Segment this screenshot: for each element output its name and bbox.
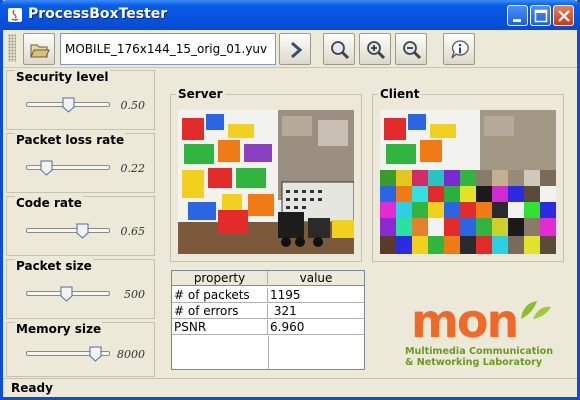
security-level-panel: Security level 0.50 bbox=[6, 70, 155, 130]
zoom-icon bbox=[331, 41, 350, 60]
code-rate-label: Code rate bbox=[15, 196, 83, 210]
status-bar: Ready bbox=[3, 378, 577, 397]
client-title: Client bbox=[378, 87, 422, 101]
table-row[interactable]: # of errors 321 bbox=[172, 304, 364, 319]
table-row[interactable]: PSNR 6.960 bbox=[172, 320, 364, 335]
arrow-right-icon bbox=[291, 41, 303, 59]
memory-size-panel: Memory size 8000 bbox=[6, 322, 155, 377]
maximize-button[interactable] bbox=[530, 5, 551, 26]
packet-loss-rate-panel: Packet loss rate 0.22 bbox=[6, 133, 155, 193]
folder-open-icon bbox=[30, 44, 50, 58]
zoom-in-icon bbox=[367, 41, 386, 60]
property-column-header[interactable]: property bbox=[172, 271, 268, 286]
property-cell: # of packets bbox=[172, 288, 268, 303]
server-title: Server bbox=[176, 87, 225, 101]
property-table: property value # of packets 1195 # of er… bbox=[171, 270, 365, 370]
minimize-icon bbox=[513, 19, 521, 22]
packet-size-panel: Packet size 500 bbox=[6, 259, 155, 319]
title-bar[interactable]: ProcessBoxTester bbox=[0, 0, 580, 30]
app-window: ProcessBoxTester MOBILE_176x144_15_orig_… bbox=[0, 0, 580, 400]
packet-size-value: 500 bbox=[124, 288, 145, 301]
memory-size-value: 8000 bbox=[117, 348, 145, 361]
value-cell: 1195 bbox=[270, 288, 301, 302]
property-cell: PSNR bbox=[172, 320, 268, 335]
toolbar-grip[interactable] bbox=[8, 34, 16, 62]
server-video-frame bbox=[178, 110, 354, 254]
lab-logo: mon Multimedia Communication & Networkin… bbox=[401, 295, 571, 373]
zoom-out-button[interactable] bbox=[395, 33, 427, 65]
packet-size-label: Packet size bbox=[15, 259, 93, 273]
server-group: Server bbox=[170, 87, 362, 262]
packet-size-slider-thumb[interactable] bbox=[60, 286, 73, 302]
maximize-icon bbox=[534, 9, 548, 23]
client-group: Client bbox=[372, 87, 564, 262]
close-icon bbox=[558, 10, 570, 22]
code-rate-value: 0.65 bbox=[120, 225, 146, 238]
leaf-icon bbox=[521, 301, 551, 319]
zoom-out-icon bbox=[403, 41, 422, 60]
info-button[interactable] bbox=[443, 33, 475, 65]
property-cell: # of errors bbox=[172, 304, 268, 319]
column-divider bbox=[268, 336, 269, 369]
table-header-row: property value bbox=[172, 271, 364, 286]
memory-size-label: Memory size bbox=[15, 322, 103, 336]
value-column-header[interactable]: value bbox=[268, 271, 364, 286]
packet-loss-rate-label: Packet loss rate bbox=[15, 133, 126, 147]
run-button[interactable] bbox=[279, 33, 311, 65]
logo-line-1: Multimedia Communication bbox=[405, 346, 554, 357]
table-row[interactable]: # of packets 1195 bbox=[172, 288, 364, 303]
memory-size-slider-thumb[interactable] bbox=[89, 346, 102, 362]
open-file-button[interactable] bbox=[23, 33, 55, 65]
security-level-slider-thumb[interactable] bbox=[62, 97, 75, 113]
value-cell: 321 bbox=[270, 304, 297, 318]
security-level-value: 0.50 bbox=[120, 99, 146, 112]
window-title: ProcessBoxTester bbox=[28, 6, 168, 22]
file-name-field[interactable]: MOBILE_176x144_15_orig_01.yuv bbox=[60, 33, 276, 65]
security-level-label: Security level bbox=[15, 70, 110, 84]
packet-loss-rate-slider-track[interactable] bbox=[26, 165, 110, 170]
logo-line-2: & Networking Laboratory bbox=[405, 357, 543, 368]
logo-mark: mon bbox=[411, 294, 519, 348]
toolbar: MOBILE_176x144_15_orig_01.yuv bbox=[3, 30, 577, 68]
packet-loss-rate-slider-thumb[interactable] bbox=[40, 160, 53, 176]
close-button[interactable] bbox=[553, 5, 574, 26]
info-icon bbox=[451, 40, 469, 59]
client-video-frame bbox=[380, 110, 556, 254]
status-text: Ready bbox=[11, 381, 53, 395]
code-rate-slider-thumb[interactable] bbox=[76, 223, 89, 239]
zoom-button[interactable] bbox=[323, 33, 355, 65]
java-app-icon bbox=[8, 8, 22, 22]
code-rate-slider-track[interactable] bbox=[26, 228, 110, 233]
minimize-button[interactable] bbox=[507, 5, 528, 26]
zoom-in-button[interactable] bbox=[359, 33, 391, 65]
packet-loss-rate-value: 0.22 bbox=[120, 162, 146, 175]
value-cell: 6.960 bbox=[270, 320, 305, 334]
code-rate-panel: Code rate 0.65 bbox=[6, 196, 155, 256]
